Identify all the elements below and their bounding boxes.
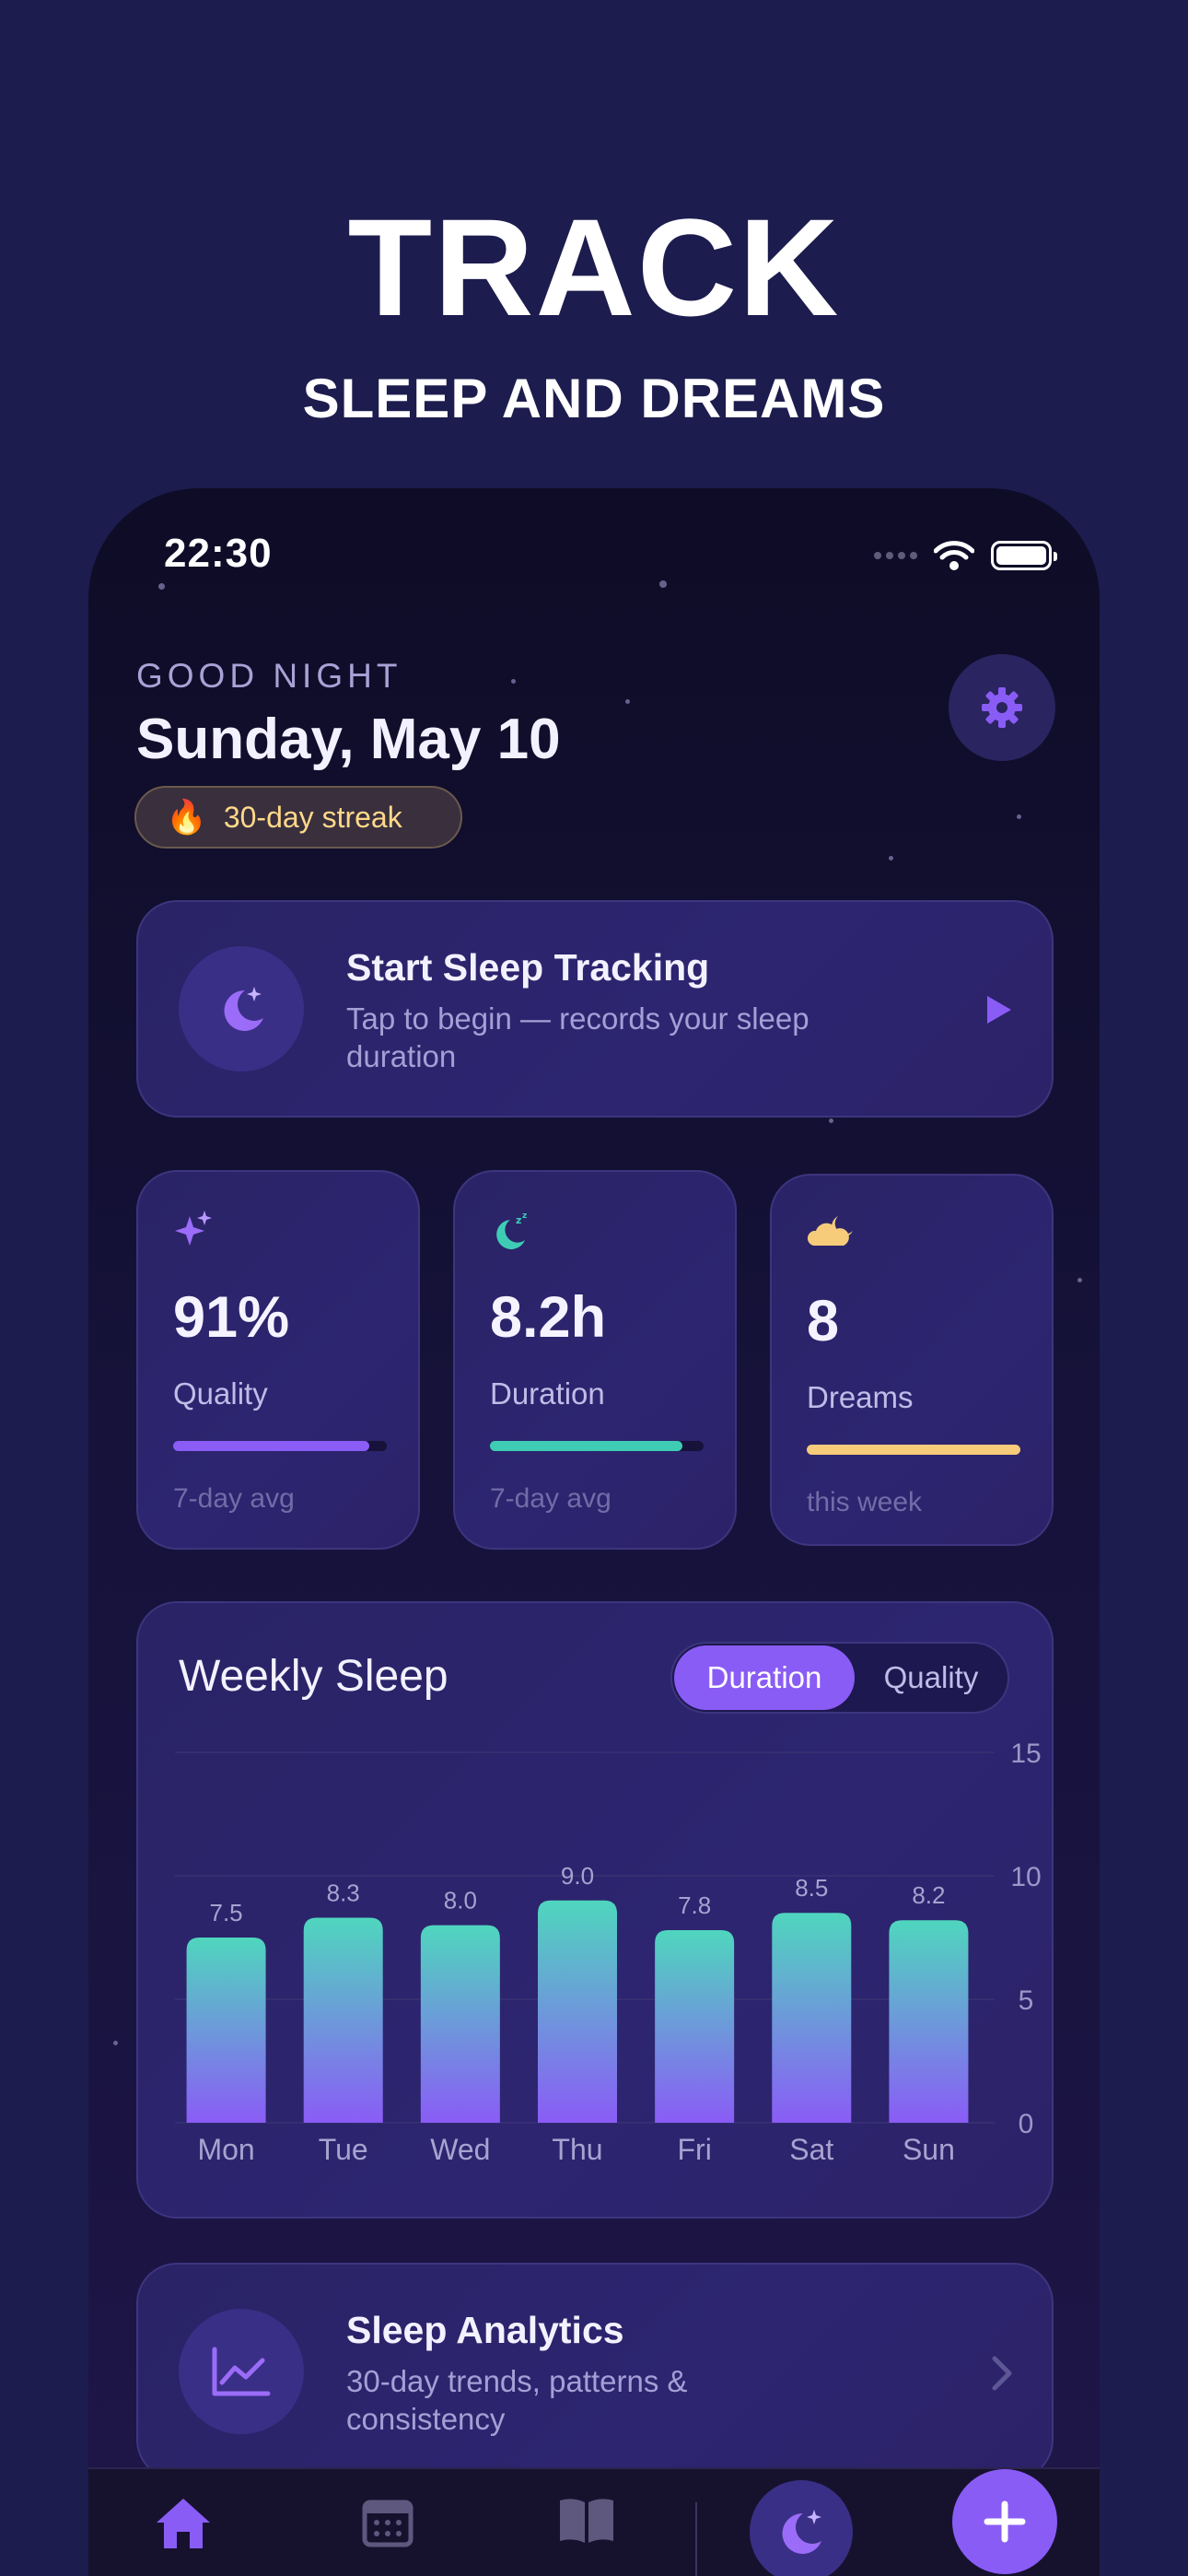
duration-footnote: 7-day avg [490, 1483, 611, 1514]
nav-calendar[interactable] [361, 2495, 414, 2553]
bar-fri[interactable] [655, 1929, 735, 2123]
calendar-icon [362, 2500, 413, 2547]
cellular-signal-icon [874, 552, 917, 559]
stat-card-dreams[interactable]: 8 Dreams this week [770, 1174, 1054, 1546]
quality-value: 91% [173, 1285, 290, 1350]
analytics-subtitle: 30-day trends, patterns & consistency [346, 2364, 688, 2436]
y-tick-label: 15 [1010, 1739, 1041, 1769]
bar-tue[interactable] [303, 1917, 383, 2123]
journal-icon [560, 2499, 613, 2543]
x-tick-label: Tue [319, 2133, 368, 2166]
settings-button[interactable] [949, 654, 1055, 761]
gear-icon [982, 687, 1022, 728]
star-decoration [1077, 1278, 1082, 1282]
home-icon [157, 2499, 210, 2548]
x-tick-label: Sun [903, 2133, 955, 2166]
duration-progress-bar [490, 1441, 704, 1451]
start-tracking-subtitle: Tap to begin — records your sleep durati… [346, 1001, 809, 1073]
battery-icon [991, 541, 1057, 570]
bar-sat[interactable] [772, 1913, 852, 2123]
moon-circle [179, 946, 304, 1071]
moon-icon [782, 2510, 821, 2554]
hero-subtitle: SLEEP AND DREAMS [302, 368, 886, 429]
add-entry-button[interactable] [952, 2469, 1057, 2574]
x-tick-label: Mon [197, 2133, 254, 2166]
streak-label: 30-day streak [223, 800, 402, 834]
bar-value-label: 7.5 [209, 1899, 242, 1926]
star-decoration [625, 699, 630, 704]
quality-footnote: 7-day avg [173, 1483, 295, 1514]
status-time: 22:30 [164, 531, 273, 576]
bar-sun[interactable] [889, 1920, 969, 2123]
analytics-title: Sleep Analytics [346, 2309, 624, 2351]
cloud-moon-icon [807, 1216, 853, 1246]
nav-home[interactable] [153, 2495, 214, 2557]
x-tick-label: Wed [430, 2133, 490, 2166]
svg-text:z: z [516, 1214, 521, 1226]
chevron-right-icon [992, 2356, 1012, 2391]
star-decoration [158, 583, 165, 590]
stat-card-duration[interactable]: z z 8.2h Duration 7-day avg [453, 1170, 737, 1550]
moon-sparkle-icon [224, 987, 263, 1031]
svg-text:z: z [522, 1212, 527, 1221]
dreams-footnote: this week [807, 1487, 923, 1517]
stat-card-quality[interactable]: 91% Quality 7-day avg [136, 1170, 420, 1550]
analytics-circle [179, 2309, 304, 2434]
nav-divider [695, 2502, 697, 2576]
y-tick-label: 5 [1019, 1985, 1034, 2016]
duration-progress-fill [490, 1441, 682, 1451]
quality-label: Quality [173, 1376, 268, 1411]
y-tick-label: 10 [1010, 1862, 1041, 1892]
dreams-progress-fill [807, 1445, 1020, 1455]
bar-value-label: 9.0 [561, 1862, 594, 1890]
add-icon [984, 2500, 1026, 2543]
bar-value-label: 8.2 [912, 1881, 945, 1909]
bar-value-label: 8.0 [444, 1887, 477, 1914]
star-decoration [511, 679, 516, 684]
phone-screen: 22:30 GOOD NIGHT Sunday, May 10 🔥 30-day… [88, 488, 1100, 2576]
bottom-navigation [88, 2467, 1100, 2576]
sparkles-icon [175, 1211, 212, 1246]
bar-wed[interactable] [420, 1925, 500, 2123]
star-decoration [659, 580, 667, 588]
duration-value: 8.2h [490, 1285, 607, 1350]
star-decoration [1017, 814, 1021, 819]
star-decoration [889, 856, 893, 861]
weekly-sleep-card: Weekly Sleep Duration Quality 0 5 10 15 7.5 M… [136, 1601, 1054, 2219]
weekly-sleep-chart: 0 5 10 15 7.5 Mon 8.3 Tue 8.0 Wed 9.0 Thu 7.8 Fri 8.5 S… [175, 1739, 1042, 2166]
x-tick-label: Fri [677, 2133, 711, 2166]
date-heading: Sunday, May 10 [136, 708, 561, 771]
moon-zzz-icon: z z [496, 1212, 527, 1249]
bar-value-label: 7.8 [678, 1891, 711, 1919]
quality-progress-fill [173, 1441, 370, 1451]
bar-value-label: 8.3 [327, 1879, 360, 1907]
start-sleep-tracking-card[interactable]: Start Sleep Tracking Tap to begin — reco… [136, 900, 1054, 1118]
line-chart-icon [212, 2347, 271, 2396]
x-tick-label: Sat [789, 2133, 833, 2166]
hero-title: TRACK [347, 190, 841, 345]
bar-thu[interactable] [538, 1900, 617, 2123]
star-decoration [113, 2041, 118, 2045]
streak-badge: 🔥 30-day streak [134, 786, 462, 849]
y-tick-label: 0 [1019, 2109, 1034, 2139]
x-tick-label: Thu [552, 2133, 602, 2166]
play-icon [987, 996, 1011, 1024]
start-tracking-title: Start Sleep Tracking [346, 946, 710, 989]
bar-value-label: 8.5 [795, 1874, 828, 1902]
star-decoration [829, 1118, 833, 1123]
fire-icon: 🔥 [166, 798, 207, 836]
duration-label: Duration [490, 1376, 605, 1411]
nav-journal[interactable] [556, 2495, 617, 2551]
nav-sleep[interactable] [750, 2480, 853, 2576]
dreams-progress-bar [807, 1445, 1020, 1455]
dreams-label: Dreams [807, 1380, 914, 1414]
greeting-label: GOOD NIGHT [136, 657, 402, 695]
dreams-value: 8 [807, 1289, 840, 1353]
wifi-icon [934, 541, 974, 570]
sleep-analytics-card[interactable]: Sleep Analytics 30-day trends, patterns … [136, 2263, 1054, 2480]
bar-mon[interactable] [186, 1938, 266, 2123]
status-icons [874, 540, 1057, 571]
quality-progress-bar [173, 1441, 387, 1451]
